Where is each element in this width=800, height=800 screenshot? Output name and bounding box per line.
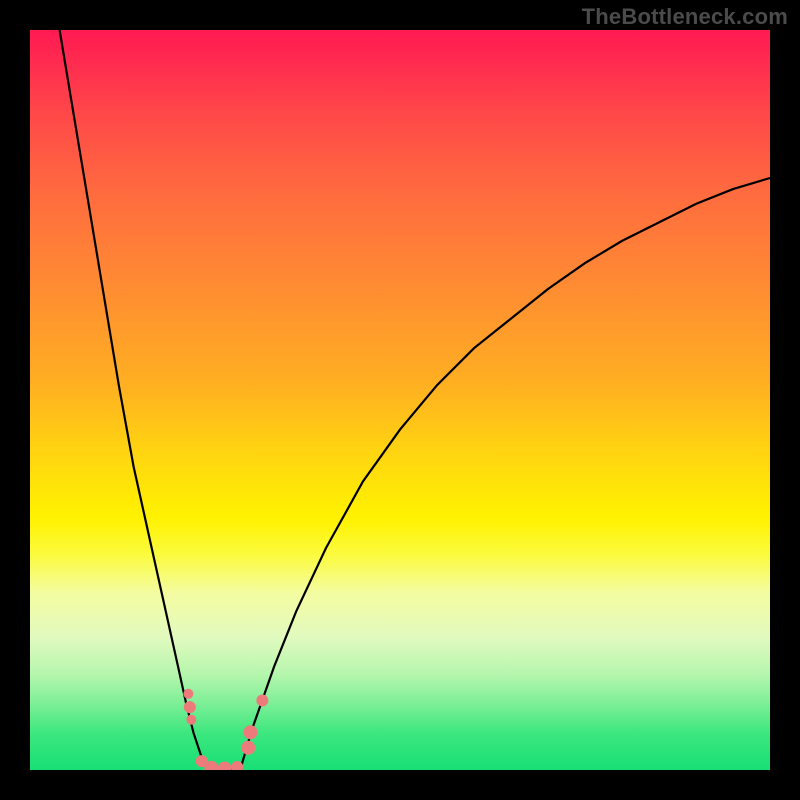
data-marker: [256, 694, 268, 706]
data-marker: [241, 741, 255, 755]
data-marker: [183, 689, 193, 699]
data-marker: [231, 761, 243, 770]
data-marker: [184, 701, 196, 713]
chart-frame: TheBottleneck.com: [0, 0, 800, 800]
marker-group: [183, 689, 268, 770]
data-marker: [218, 762, 232, 770]
data-marker: [244, 725, 258, 739]
marker-layer: [30, 30, 770, 770]
watermark-text: TheBottleneck.com: [582, 4, 788, 30]
data-marker: [186, 715, 196, 725]
